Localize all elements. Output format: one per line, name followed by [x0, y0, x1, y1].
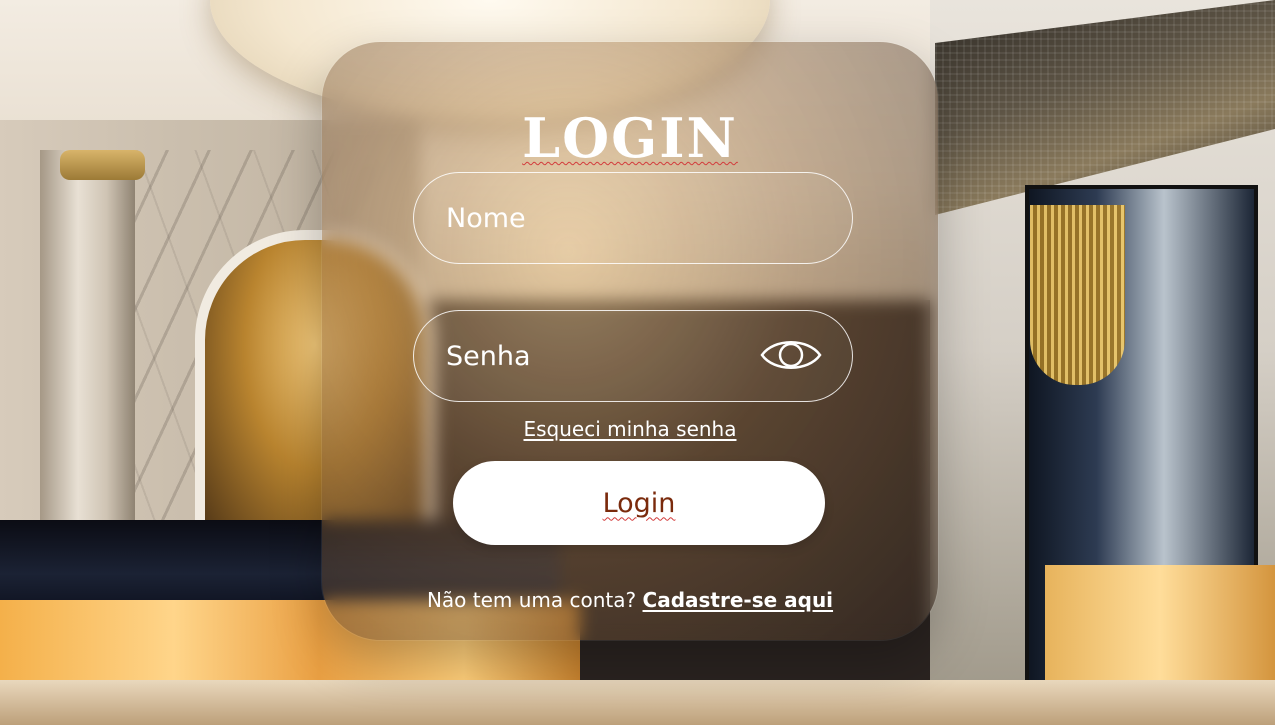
signup-row: Não tem uma conta? Cadastre-se aqui	[322, 588, 938, 612]
chandelier-reflection	[1030, 205, 1125, 385]
password-input[interactable]	[444, 311, 778, 401]
signup-link[interactable]: Cadastre-se aqui	[643, 588, 834, 612]
login-button-label: Login	[602, 487, 676, 519]
eye-icon[interactable]	[760, 335, 822, 375]
login-button[interactable]: Login	[453, 461, 825, 545]
no-account-text: Não tem uma conta?	[426, 588, 637, 612]
forgot-password-link[interactable]: Esqueci minha senha	[322, 417, 938, 441]
polished-floor	[0, 680, 1275, 725]
login-title-text: LOGIN	[522, 106, 738, 170]
password-field[interactable]	[413, 310, 853, 402]
lit-counter-right	[1045, 565, 1275, 695]
name-input[interactable]	[444, 173, 778, 263]
column-capital	[60, 150, 145, 180]
marble-column	[40, 150, 135, 530]
login-card: LOGIN Esqueci minha senha Login Não tem …	[322, 42, 938, 640]
name-field[interactable]	[413, 172, 853, 264]
login-screen: LOGIN Esqueci minha senha Login Não tem …	[0, 0, 1275, 725]
login-title: LOGIN	[322, 106, 938, 170]
